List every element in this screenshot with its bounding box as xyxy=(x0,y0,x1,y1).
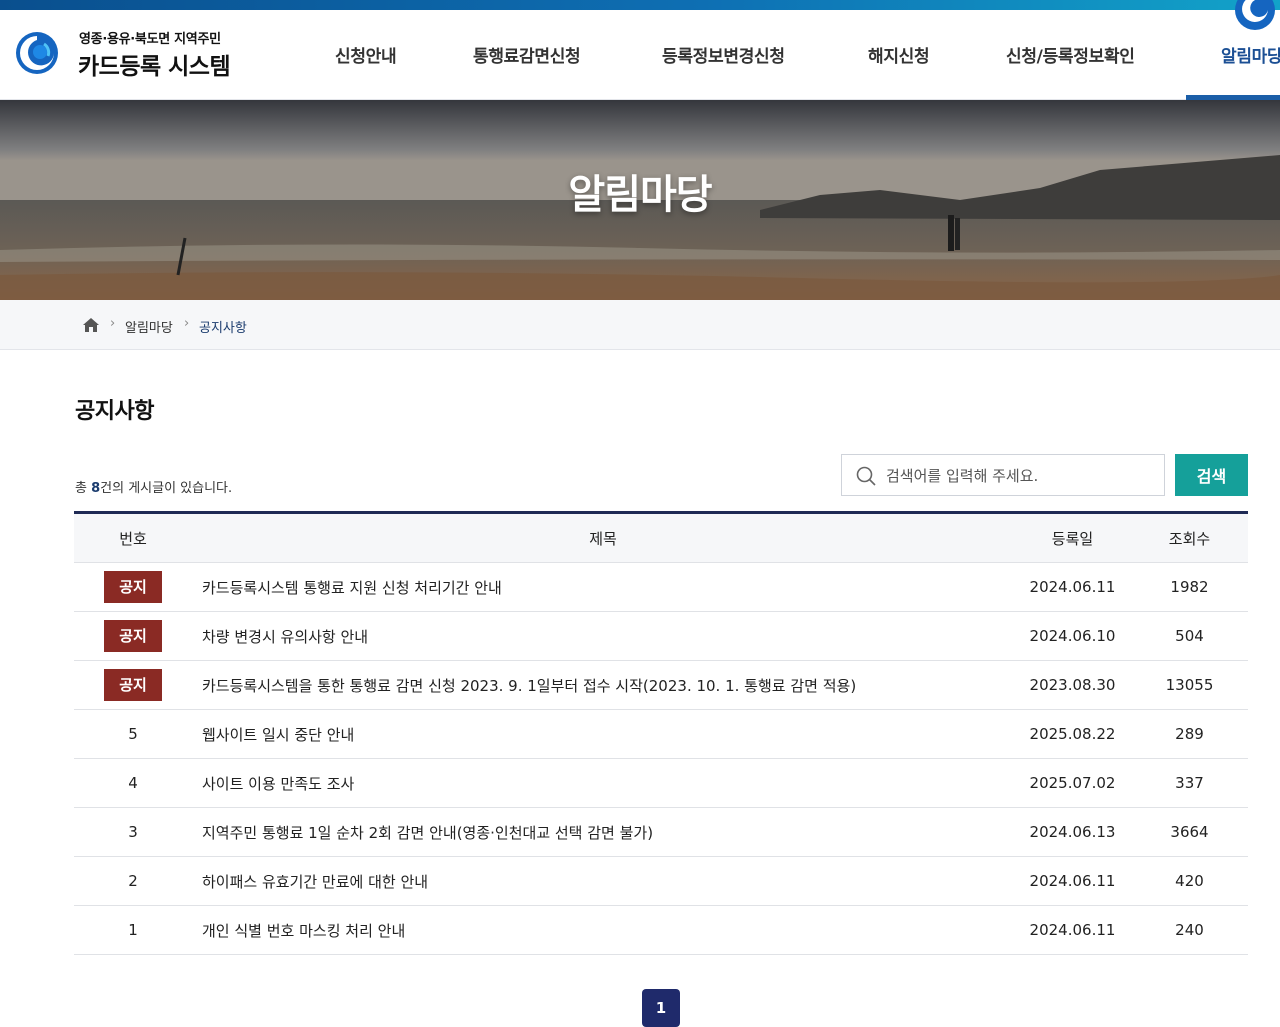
post-views: 1982 xyxy=(1131,562,1248,612)
table-row[interactable]: 2 하이패스 유효기간 만료에 대한 안내 2024.06.11 420 xyxy=(74,856,1248,906)
brand-title[interactable]: 카드등록 시스템 xyxy=(78,47,231,81)
table-row[interactable]: 공지 카드등록시스템을 통한 통행료 감면 신청 2023. 9. 1일부터 접… xyxy=(74,660,1248,710)
breadcrumb-notice-board[interactable]: 알림마당 xyxy=(125,317,173,336)
post-views: 289 xyxy=(1131,709,1248,759)
brand-subtitle: 영종·용유·북도면 지역주민 xyxy=(79,32,221,47)
post-title-link[interactable]: 차량 변경시 유의사항 안내 xyxy=(192,611,1014,661)
table-row[interactable]: 4 사이트 이용 만족도 조사 2025.07.02 337 xyxy=(74,758,1248,808)
post-date: 2024.06.11 xyxy=(1014,905,1131,955)
hero-banner: 알림마당 xyxy=(0,100,1280,300)
post-count-prefix: 총 xyxy=(75,481,92,496)
post-date: 2024.06.13 xyxy=(1014,807,1131,857)
post-date: 2025.07.02 xyxy=(1014,758,1131,808)
site-logo-icon[interactable] xyxy=(14,30,60,76)
notice-badge: 공지 xyxy=(104,620,162,652)
breadcrumb-chevron-icon: › xyxy=(110,316,116,331)
post-views: 3664 xyxy=(1131,807,1248,857)
table-header-row: 번호 제목 등록일 조회수 xyxy=(74,512,1248,563)
hero-title: 알림마당 xyxy=(568,172,712,218)
table-row[interactable]: 공지 차량 변경시 유의사항 안내 2024.06.10 504 xyxy=(74,611,1248,661)
post-count-suffix: 건의 게시글이 있습니다. xyxy=(100,481,233,496)
post-number: 5 xyxy=(74,709,192,759)
post-views: 240 xyxy=(1131,905,1248,955)
post-count-number: 8 xyxy=(91,481,101,496)
post-title-link[interactable]: 하이패스 유효기간 만료에 대한 안내 xyxy=(192,856,1014,906)
table-row[interactable]: 공지 카드등록시스템 통행료 지원 신청 처리기간 안내 2024.06.11 … xyxy=(74,562,1248,612)
column-header-title: 제목 xyxy=(192,512,1014,563)
post-number: 4 xyxy=(74,758,192,808)
post-date: 2023.08.30 xyxy=(1014,660,1131,710)
nav-item-toll-discount[interactable]: 통행료감면신청 xyxy=(473,42,581,67)
search-icon xyxy=(856,466,876,486)
column-header-date: 등록일 xyxy=(1014,512,1131,563)
nav-item-info-change[interactable]: 등록정보변경신청 xyxy=(662,42,785,67)
post-number: 2 xyxy=(74,856,192,906)
nav-item-notice-board[interactable]: 알림마당 xyxy=(1221,42,1280,67)
post-title-link[interactable]: 카드등록시스템을 통한 통행료 감면 신청 2023. 9. 1일부터 접수 시… xyxy=(192,660,1014,710)
column-header-number: 번호 xyxy=(74,512,192,563)
post-number: 1 xyxy=(74,905,192,955)
column-header-views: 조회수 xyxy=(1131,512,1248,563)
post-title-link[interactable]: 개인 식별 번호 마스킹 처리 안내 xyxy=(192,905,1014,955)
nav-item-check-info[interactable]: 신청/등록정보확인 xyxy=(1006,42,1135,67)
post-number: 3 xyxy=(74,807,192,857)
post-title-link[interactable]: 웹사이트 일시 중단 안내 xyxy=(192,709,1014,759)
site-header: 영종·용유·북도면 지역주민 카드등록 시스템 신청안내 통행료감면신청 등록정… xyxy=(0,0,1280,100)
search-box xyxy=(841,454,1165,496)
nav-item-apply-guide[interactable]: 신청안내 xyxy=(335,42,397,67)
post-views: 504 xyxy=(1131,611,1248,661)
post-date: 2024.06.11 xyxy=(1014,856,1131,906)
notice-badge: 공지 xyxy=(104,571,162,603)
post-date: 2024.06.11 xyxy=(1014,562,1131,612)
page-title: 공지사항 xyxy=(75,399,154,424)
table-row[interactable]: 1 개인 식별 번호 마스킹 처리 안내 2024.06.11 240 xyxy=(74,905,1248,955)
search-button[interactable]: 검색 xyxy=(1175,454,1248,496)
post-views: 13055 xyxy=(1131,660,1248,710)
post-title-link[interactable]: 카드등록시스템 통행료 지원 신청 처리기간 안내 xyxy=(192,562,1014,612)
post-title-link[interactable]: 사이트 이용 만족도 조사 xyxy=(192,758,1014,808)
post-date: 2024.06.10 xyxy=(1014,611,1131,661)
home-icon[interactable] xyxy=(82,317,100,333)
top-accent-bar xyxy=(0,0,1280,10)
post-title-link[interactable]: 지역주민 통행료 1일 순차 2회 감면 안내(영종·인천대교 선택 감면 불가… xyxy=(192,807,1014,857)
table-row[interactable]: 3 지역주민 통행료 1일 순차 2회 감면 안내(영종·인천대교 선택 감면 … xyxy=(74,807,1248,857)
post-views: 420 xyxy=(1131,856,1248,906)
post-count: 총 8건의 게시글이 있습니다. xyxy=(75,477,232,496)
nav-logo-badge-icon xyxy=(1235,0,1275,30)
breadcrumb-announcements[interactable]: 공지사항 xyxy=(199,317,247,336)
breadcrumb: › 알림마당 › 공지사항 xyxy=(0,300,1280,350)
nav-item-cancel[interactable]: 해지신청 xyxy=(868,42,930,67)
notice-badge: 공지 xyxy=(104,669,162,701)
pagination-page-1[interactable]: 1 xyxy=(642,989,680,1027)
post-views: 337 xyxy=(1131,758,1248,808)
post-date: 2025.08.22 xyxy=(1014,709,1131,759)
breadcrumb-chevron-icon: › xyxy=(184,316,190,331)
notice-table: 번호 제목 등록일 조회수 공지 카드등록시스템 통행료 지원 신청 처리기간 … xyxy=(74,511,1248,955)
search-input[interactable] xyxy=(886,465,1156,487)
table-row[interactable]: 5 웹사이트 일시 중단 안내 2025.08.22 289 xyxy=(74,709,1248,759)
